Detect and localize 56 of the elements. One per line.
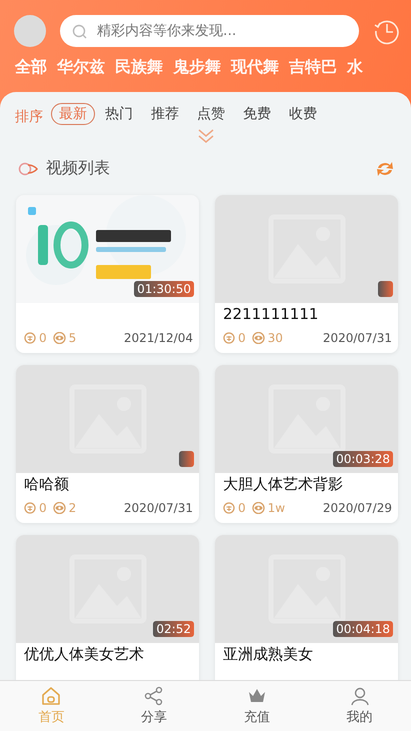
nav-tab[interactable]: 我的 [308,681,411,731]
avatar[interactable] [14,15,46,47]
video-date: 2020/07/31 [124,501,193,515]
video-title: 亚洲成熟美女 [222,644,314,664]
video-card[interactable]: 00:04:18 亚洲成熟美女 [215,535,398,680]
video-card[interactable]: 2211111111 0 30 2020/07/31 [215,195,398,353]
video-card[interactable]: 哈哈额 0 2 2020/07/31 [16,365,199,523]
video-title: 哈哈额 [23,474,70,494]
image-placeholder-icon [268,554,346,624]
nav-tab[interactable]: 分享 [102,681,206,731]
duration-badge: 02:52 [153,621,194,637]
sort-label: 排序 [15,108,43,126]
coin-count: 0 [39,331,47,345]
sort-option[interactable]: 点赞 [189,103,233,125]
view-count: 2 [68,501,76,515]
coin-icon [223,332,235,344]
video-title: 大胆人体艺术背影 [222,474,344,494]
video-icon [18,162,38,176]
coin-icon [223,502,235,514]
user-icon [350,686,370,706]
coin-count: 0 [39,501,47,515]
view-count: 1w [268,501,286,515]
eye-icon [52,502,66,514]
nav-tab[interactable]: 充值 [206,681,308,731]
share-icon [144,686,164,706]
video-date: 2020/07/29 [322,501,392,515]
view-count: 30 [268,331,283,345]
coin-count: 0 [238,501,246,515]
search-bar[interactable]: 精彩内容等你来发现... [60,15,359,47]
eye-icon [252,502,265,514]
eye-icon [52,332,66,344]
video-date: 2021/12/04 [124,331,193,345]
coin-icon [24,502,36,514]
duration-badge: 00:04:18 [333,621,393,637]
video-card[interactable]: 00:03:28 大胆人体艺术背影 0 1w 2020/07/29 [215,365,398,523]
eye-icon [252,332,265,344]
video-title: 2211111111 [222,304,320,323]
duration-badge: 01:30:50 [134,281,194,297]
sort-option[interactable]: 推荐 [143,103,187,125]
section-title: 视频列表 [46,158,111,179]
coin-count: 0 [238,331,246,345]
video-date: 2020/07/31 [322,331,392,345]
image-placeholder-icon [268,384,346,454]
sort-option[interactable]: 热门 [97,103,141,125]
double-chevron-icon[interactable] [196,128,216,144]
coin-icon [24,332,36,344]
video-card[interactable]: 02:52 优优人体美女艺术 [16,535,199,680]
video-card[interactable]: 01:30:50 0 5 2021/12/04 [16,195,199,353]
video-title: 优优人体美女艺术 [23,644,145,664]
sort-option[interactable]: 收费 [281,103,325,125]
view-count: 5 [68,331,76,345]
duration-badge: 00:03:28 [333,451,393,467]
search-field[interactable]: 精彩内容等你来发现... [95,22,347,40]
search-icon [72,24,87,38]
home-icon [41,686,62,706]
sort-option[interactable]: 免费 [235,103,279,125]
